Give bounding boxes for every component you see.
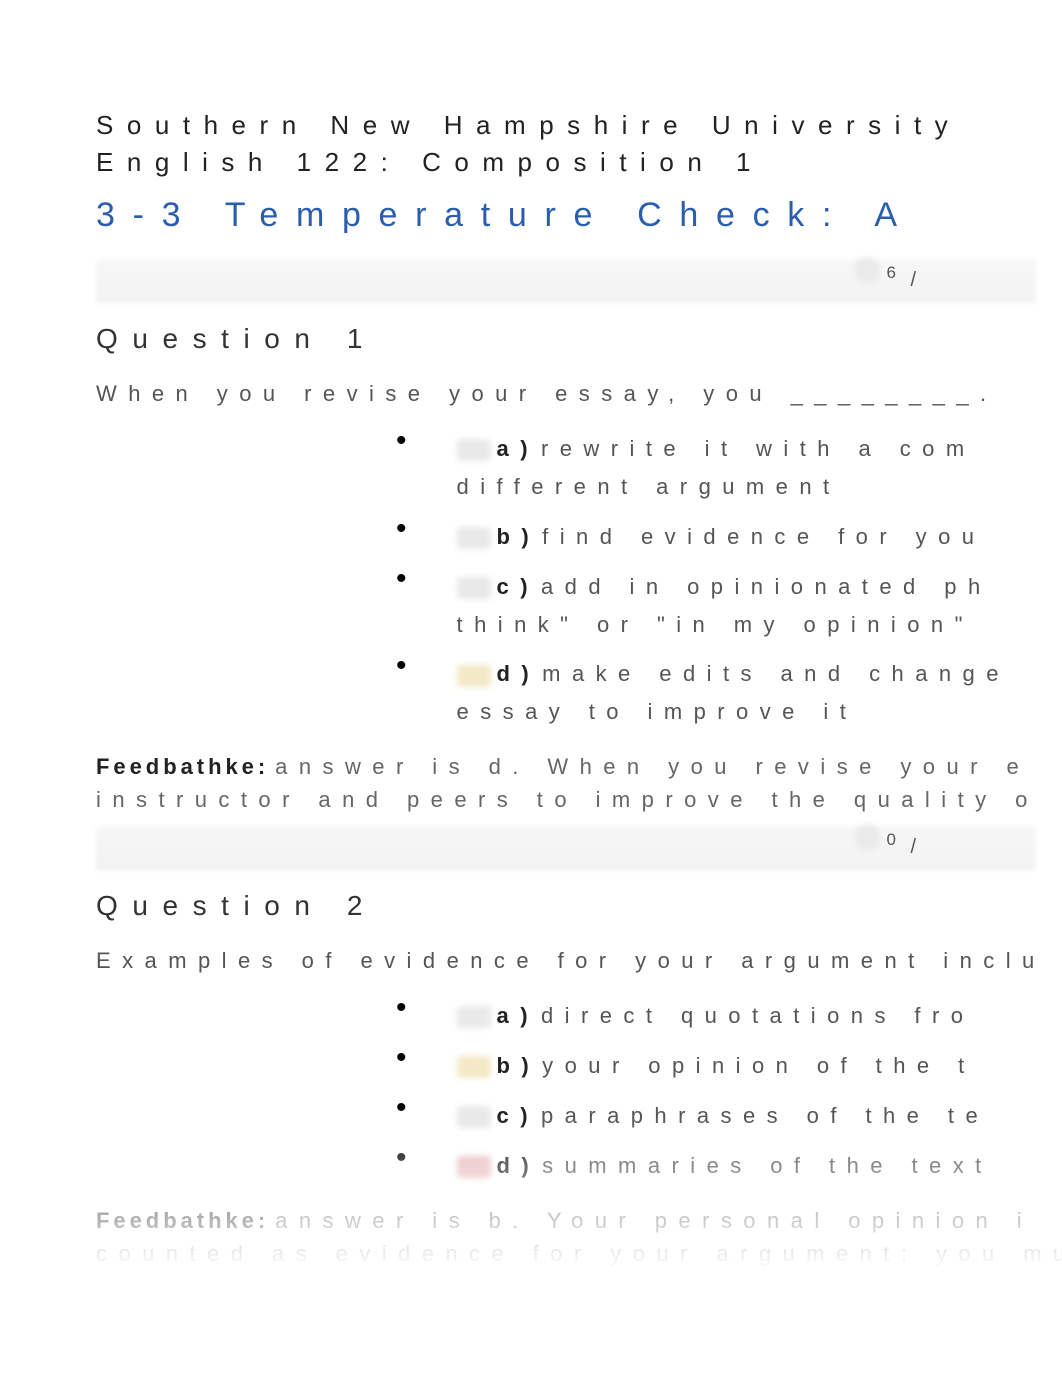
header-line-2: English 122: Composition 1 <box>96 147 1062 178</box>
option-letter: b) <box>497 524 541 549</box>
question-heading: Question 2 <box>96 890 1062 922</box>
bullet-icon: • <box>396 433 407 449</box>
score-slash: / <box>910 836 916 859</box>
option-letter: a) <box>497 436 539 461</box>
content-area: Southern New Hampshire University Englis… <box>0 0 1062 1303</box>
score-value: 6 <box>887 263 896 283</box>
score-band: 0 / <box>96 826 1036 870</box>
score-value: 0 <box>887 830 896 850</box>
bullet-icon: • <box>396 658 407 674</box>
option-text-cont: think" or "in my opinion" <box>457 609 992 641</box>
option-a: • a)rewrite it with a com different argu… <box>396 433 1062 503</box>
answer-marker-icon <box>457 1006 491 1028</box>
option-text: direct quotations fro <box>541 1003 974 1028</box>
option-body: a)rewrite it with a com different argume… <box>457 433 976 503</box>
options-list: • a)rewrite it with a com different argu… <box>96 433 1062 728</box>
score-band: 6 / <box>96 259 1036 303</box>
option-text: make edits and change <box>542 661 1010 686</box>
option-body: c)add in opinionated ph think" or "in my… <box>457 571 992 641</box>
header-line-1: Southern New Hampshire University <box>96 110 1062 141</box>
option-text: add in opinionated ph <box>541 574 992 599</box>
option-text-cont: essay to improve it <box>457 696 1010 728</box>
option-b: • b)your opinion of the t <box>396 1050 1062 1082</box>
option-d: • d)make edits and change essay to impro… <box>396 658 1062 728</box>
option-letter: a) <box>497 1003 539 1028</box>
bullet-icon: • <box>396 571 407 587</box>
answer-marker-icon <box>457 1056 491 1078</box>
option-letter: c) <box>497 574 539 599</box>
feedback-block: Feedbathke:answer is d. When you revise … <box>96 750 1062 816</box>
question-prompt: Examples of evidence for your argument i… <box>96 948 1062 974</box>
feedback-label: Feedbathke: <box>96 754 269 779</box>
bottom-fade-overlay <box>0 1117 1062 1377</box>
option-text: rewrite it with a com <box>541 436 976 461</box>
question-prompt: When you revise your essay, you ________… <box>96 381 1062 407</box>
option-c: • c)add in opinionated ph think" or "in … <box>396 571 1062 641</box>
option-a: • a)direct quotations fro <box>396 1000 1062 1032</box>
answer-marker-icon <box>457 665 491 687</box>
bullet-icon: • <box>396 1050 407 1066</box>
option-b: • b)find evidence for you <box>396 521 1062 553</box>
option-letter: d) <box>497 661 541 686</box>
option-text-cont: different argument <box>457 471 976 503</box>
question-heading: Question 1 <box>96 323 1062 355</box>
answer-marker-icon <box>457 439 491 461</box>
bullet-icon: • <box>396 521 407 537</box>
option-text: your opinion of the t <box>542 1053 975 1078</box>
assignment-title: 3-3 Temperature Check: A <box>96 196 1062 235</box>
option-body: b)find evidence for you <box>457 521 986 553</box>
option-body: b)your opinion of the t <box>457 1050 976 1082</box>
blur-smudge <box>854 257 880 283</box>
bullet-icon: • <box>396 1100 407 1116</box>
answer-marker-icon <box>457 527 491 549</box>
document-page: Southern New Hampshire University Englis… <box>0 0 1062 1377</box>
option-letter: b) <box>497 1053 541 1078</box>
score-slash: / <box>910 269 916 292</box>
option-body: d)make edits and change essay to improve… <box>457 658 1010 728</box>
option-text: find evidence for you <box>542 524 985 549</box>
bullet-icon: • <box>396 1000 407 1016</box>
option-body: a)direct quotations fro <box>457 1000 975 1032</box>
answer-marker-icon <box>457 577 491 599</box>
